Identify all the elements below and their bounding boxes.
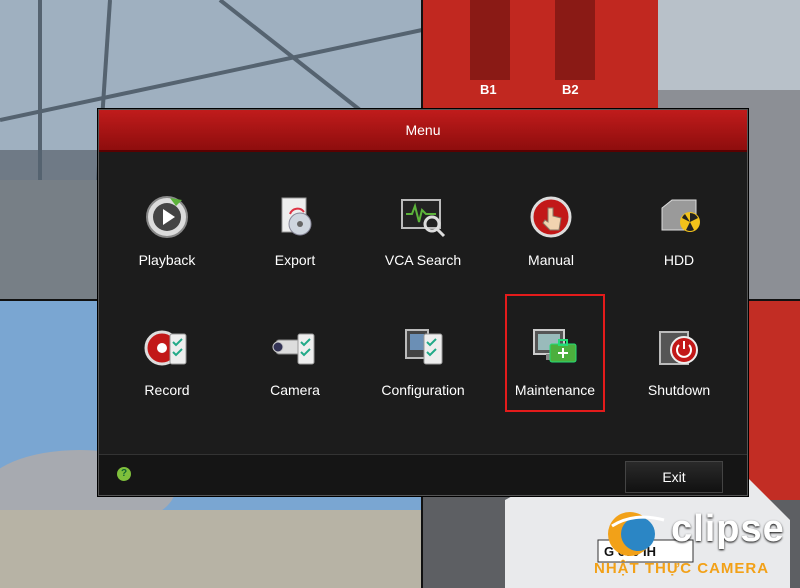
menu-item-record[interactable]: Record (107, 302, 227, 412)
export-icon (281, 197, 312, 236)
configuration-icon (405, 329, 443, 365)
menu-item-playback[interactable]: Playback (107, 172, 227, 282)
menu-item-label: Record (144, 382, 190, 398)
menu-item-label: Export (274, 252, 316, 268)
watermark-subtitle: NHẬT THỰC CAMERA (594, 560, 770, 577)
menu-title: Menu (405, 122, 441, 138)
menu-item-label: Maintenance (514, 382, 596, 398)
hdd-icon (661, 199, 700, 232)
menu-item-label: Playback (138, 252, 196, 268)
help-icon[interactable]: ? (117, 467, 131, 481)
vca-search-icon (401, 199, 446, 238)
record-icon (144, 330, 187, 366)
menu-item-maintenance[interactable]: Maintenance (505, 294, 605, 412)
watermark-logo: clipse NHẬT THỰC CAMERA (594, 500, 794, 580)
main-menu-dialog: Menu Playback Export VCA Search Manual H… (98, 109, 748, 496)
menu-item-label: Shutdown (647, 382, 711, 398)
menu-item-vca-search[interactable]: VCA Search (363, 172, 483, 282)
sign-b1: B1 (480, 82, 497, 97)
watermark-brand: clipse (671, 508, 785, 550)
playback-icon (146, 196, 188, 238)
menu-item-label: Camera (270, 382, 320, 398)
menu-item-label: Manual (528, 252, 574, 268)
menu-item-label: Configuration (381, 382, 465, 398)
menu-item-hdd[interactable]: HDD (619, 172, 739, 282)
menu-item-export[interactable]: Export (235, 172, 355, 282)
maintenance-icon (533, 329, 577, 363)
camera-icon (272, 333, 315, 365)
manual-icon (530, 196, 572, 238)
menu-title-bar: Menu (99, 110, 747, 152)
menu-item-manual[interactable]: Manual (491, 172, 611, 282)
menu-item-label: HDD (663, 252, 695, 268)
menu-item-camera[interactable]: Camera (235, 302, 355, 412)
menu-item-configuration[interactable]: Configuration (363, 302, 483, 412)
menu-grid: Playback Export VCA Search Manual HDD Re… (99, 152, 747, 452)
shutdown-icon (659, 331, 698, 365)
sign-b2: B2 (562, 82, 579, 97)
menu-item-label: VCA Search (384, 252, 462, 268)
menu-item-shutdown[interactable]: Shutdown (619, 302, 739, 412)
menu-footer: ? Exit (99, 454, 747, 495)
exit-button[interactable]: Exit (625, 461, 723, 493)
